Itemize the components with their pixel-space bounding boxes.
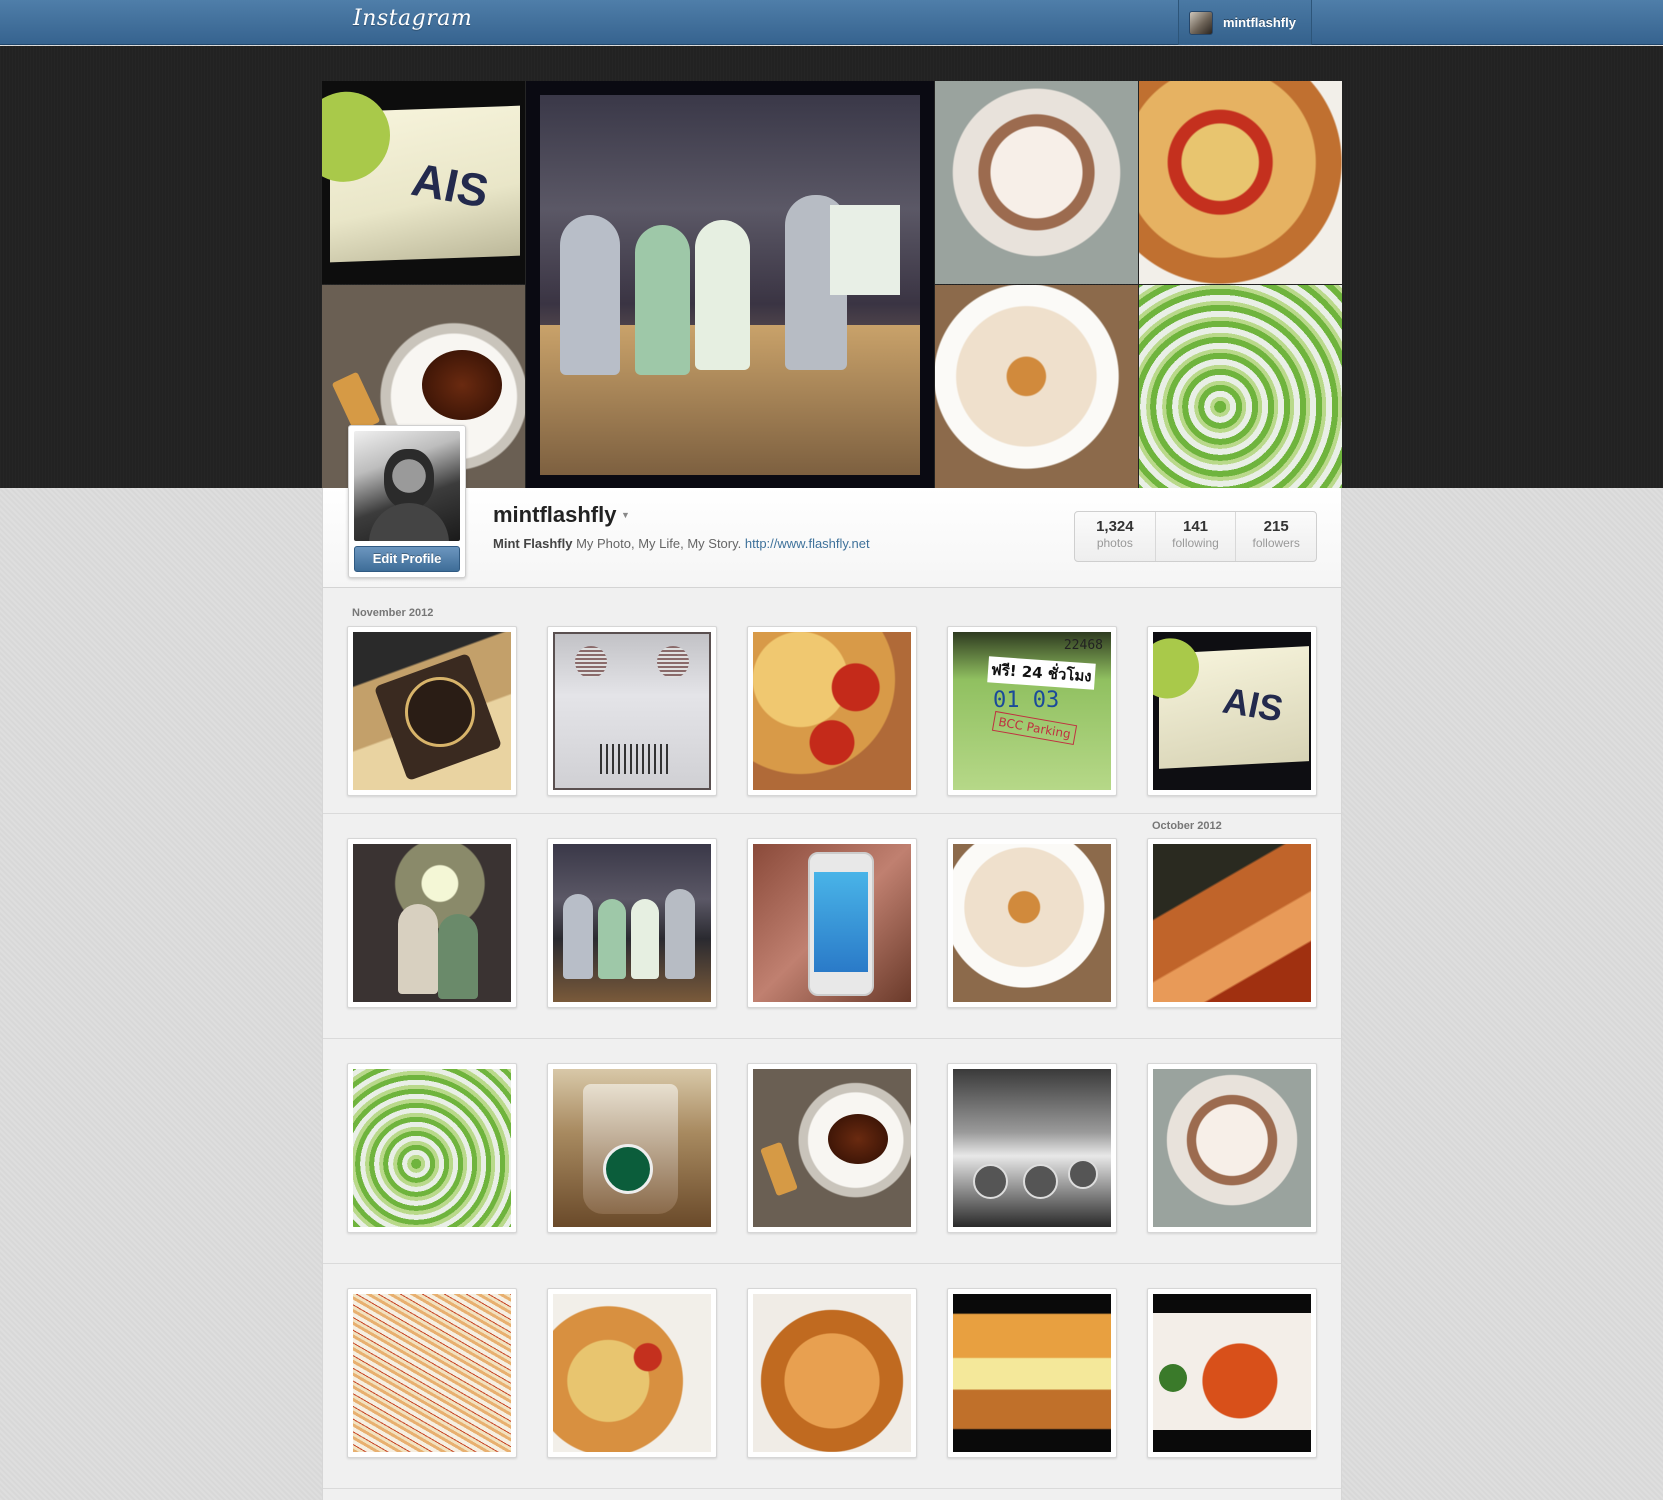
thumb-banner-text: AIS [1219,679,1287,730]
photo-thumbnail-seafood-pasta[interactable] [347,1288,517,1458]
bio-website-link[interactable]: http://www.flashfly.net [745,536,870,551]
photo-thumbnail-sandwich[interactable] [947,1288,1117,1458]
edit-profile-button[interactable]: Edit Profile [354,546,460,572]
photo-thumbnail-starbucks-cup[interactable] [547,1063,717,1233]
photo-thumbnail-green-noodles[interactable] [347,1063,517,1233]
photo-row-2: October 2012 [323,814,1341,1039]
photo-thumbnail-iphone-event[interactable] [547,838,717,1008]
profile-panel: Edit Profile mintflashfly ▼ Mint Flashfl… [322,425,1342,1500]
cover-photo-caramel-latte[interactable] [935,285,1138,488]
ticket-line-1: ฟรี! 24 ชั่วโมง [987,656,1096,690]
bio-full-name: Mint Flashfly [493,536,573,551]
month-label-november: November 2012 [352,607,434,619]
profile-avatar-frame: Edit Profile [348,425,466,578]
photo-thumbnail-cafe-tables[interactable] [947,1063,1117,1233]
cover-photo-pizza[interactable] [1139,81,1342,284]
top-navigation-bar: Instagram mintflashfly [0,0,1663,45]
user-menu-button[interactable]: mintflashfly [1178,0,1312,45]
bio-text: My Photo, My Life, My Story. [572,536,745,551]
photo-thumbnail-spicy-pasta[interactable] [1147,1288,1317,1458]
stat-followers-label: followers [1252,536,1300,550]
photo-thumbnail-fried-chicken[interactable] [747,1288,917,1458]
stat-following[interactable]: 141 following [1156,512,1237,561]
profile-stats: 1,324 photos 141 following 215 followers [1074,511,1317,562]
photo-row-1: November 2012 22468 ฟรี! 24 ชั่วโมง 01 0… [323,589,1341,814]
profile-avatar[interactable] [354,431,460,541]
photo-thumbnail-caramel-latte[interactable] [947,838,1117,1008]
photo-row-4 [323,1264,1341,1489]
cover-banner-text: AIS [407,152,494,218]
cover-photo-iphone-event[interactable] [526,81,934,488]
photo-thumbnail-crowd-party[interactable] [347,838,517,1008]
stat-following-label: following [1172,536,1219,550]
chevron-down-icon[interactable]: ▼ [621,510,630,520]
photo-row-3 [323,1039,1341,1264]
photo-thumbnail-parking-ticket[interactable]: 22468 ฟรี! 24 ชั่วโมง 01 03 BCC Parking [947,626,1117,796]
photo-thumbnail-ais-iphone-banner[interactable]: AIS [1147,626,1317,796]
profile-header: Edit Profile mintflashfly ▼ Mint Flashfl… [323,425,1341,588]
stat-following-count: 141 [1182,518,1209,535]
profile-username: mintflashfly [493,502,617,527]
profile-bio: Mint Flashfly My Photo, My Life, My Stor… [493,536,870,551]
stat-photos-count: 1,324 [1096,518,1134,535]
stat-followers[interactable]: 215 followers [1236,512,1316,561]
photo-thumbnail-iphone-5-hand[interactable] [747,838,917,1008]
month-label-october: October 2012 [1152,820,1222,832]
photo-thumbnail-coffee-packet[interactable] [347,626,517,796]
cover-photo-green-noodles[interactable] [1139,285,1342,488]
cover-mosaic: AIS [322,81,1342,488]
cover-photo-whipped-drink[interactable] [935,81,1138,284]
stat-followers-count: 215 [1263,518,1289,535]
photo-thumbnail-whipped-drink[interactable] [1147,1063,1317,1233]
ticket-line-3: BCC Parking [991,710,1078,746]
ticket-line-2: 01 03 [993,688,1060,713]
photo-thumbnail-fried-food[interactable] [1147,838,1317,1008]
instagram-logo[interactable]: Instagram [353,6,472,31]
cover-photo-ais-banner[interactable]: AIS [322,81,525,284]
photo-thumbnail-pizza-slice[interactable] [547,1288,717,1458]
photo-thumbnail-tea-cup-cracker[interactable] [747,1063,917,1233]
photo-thumbnail-white-device[interactable] [547,626,717,796]
ticket-number: 22468 [1063,638,1103,653]
user-avatar-icon [1189,10,1213,35]
top-username: mintflashfly [1223,15,1296,30]
stat-photos-label: photos [1096,536,1133,550]
stat-photos[interactable]: 1,324 photos [1075,512,1156,561]
photo-thumbnail-pepperoni-pizza[interactable] [747,626,917,796]
